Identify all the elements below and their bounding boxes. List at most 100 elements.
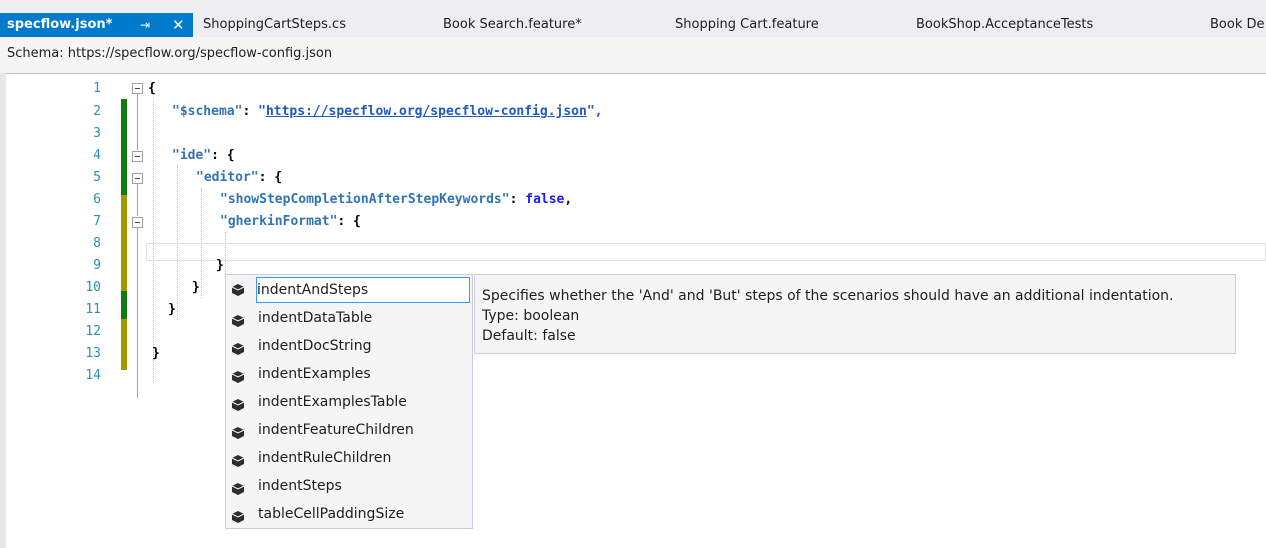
tab-label: Book Search.feature* [443, 17, 582, 32]
indent-guide [177, 166, 178, 320]
tab-shopping-cart-feature[interactable]: Shopping Cart.feature [675, 13, 819, 37]
line-number: 7 [93, 214, 101, 229]
line-number: 12 [85, 324, 101, 339]
line-number: 2 [93, 104, 101, 119]
fold-line [137, 184, 138, 216]
punctuation: : { [258, 170, 283, 185]
tab-bookshop-acceptance-tests[interactable]: BookShop.AcceptanceTests [916, 13, 1093, 37]
colon: : [509, 192, 526, 207]
line-number: 10 [85, 280, 101, 295]
comma: , [564, 192, 573, 207]
completion-item[interactable]: indentAndSteps [256, 277, 470, 303]
close-icon[interactable]: ✕ [172, 13, 185, 37]
property-icon [231, 339, 245, 355]
collapse-icon[interactable] [132, 173, 143, 184]
collapse-icon[interactable] [132, 83, 143, 94]
json-key: "$schema" [172, 104, 243, 119]
change-bar-saved [121, 99, 127, 195]
change-bar-unsaved [121, 195, 127, 291]
json-key: "editor" [196, 170, 259, 185]
json-key: "gherkinFormat" [220, 214, 338, 229]
line-number: 6 [93, 192, 101, 207]
line-number: 14 [85, 368, 101, 383]
property-icon [231, 451, 245, 467]
completion-label: tableCellPaddingSize [258, 506, 405, 522]
code-line-9: } [216, 258, 224, 274]
property-icon [231, 395, 245, 411]
line-number: 11 [85, 302, 101, 317]
schema-link[interactable]: https://specflow.org/specflow-config.jso… [266, 104, 587, 119]
code-line-5: "editor": { [196, 170, 282, 186]
indent-guide [225, 232, 226, 274]
schema-label: Schema: [7, 46, 64, 61]
string-quote: ", [586, 104, 603, 119]
completion-label: indentExamples [258, 366, 371, 382]
line-number: 8 [93, 236, 101, 251]
title-strip [0, 0, 1266, 13]
tooltip-description: Specifies whether the 'And' and 'But' st… [482, 288, 1174, 304]
completion-label: indentExamplesTable [258, 394, 407, 410]
brace: } [152, 346, 160, 361]
property-icon [231, 367, 245, 383]
punctuation: : { [337, 214, 361, 229]
line-number: 1 [93, 81, 101, 96]
completion-item[interactable]: indentDataTable [228, 305, 471, 331]
string-quote: " [258, 104, 266, 119]
code-line-11: } [168, 302, 176, 318]
line-number: 3 [93, 126, 101, 141]
property-icon [231, 311, 245, 327]
brace: { [148, 81, 156, 96]
punctuation: : { [211, 148, 235, 163]
completion-list: indentAndSteps indentDataTable indentDoc… [225, 274, 473, 529]
tab-book-de[interactable]: Book De [1210, 13, 1265, 37]
completion-item[interactable]: tableCellPaddingSize [228, 501, 471, 527]
completion-item[interactable]: indentExamples [228, 361, 471, 387]
tab-label: Book De [1210, 17, 1265, 32]
completion-label: indentAndSteps [257, 282, 369, 298]
collapse-icon[interactable] [132, 151, 143, 162]
property-icon [231, 507, 245, 523]
property-icon [231, 283, 245, 297]
indent-guide [201, 188, 202, 298]
code-line-6: "showStepCompletionAfterStepKeywords": f… [220, 192, 572, 208]
tooltip-type: Type: boolean [482, 308, 580, 324]
collapse-icon[interactable] [132, 217, 143, 228]
completion-label: indentSteps [258, 478, 342, 494]
code-line-4: "ide": { [172, 148, 235, 164]
current-line-highlight [146, 243, 1266, 261]
completion-item[interactable]: indentFeatureChildren [228, 417, 471, 443]
code-line-1: { [148, 81, 156, 97]
json-key: "showStepCompletionAfterStepKeywords" [220, 192, 510, 207]
fold-line [137, 228, 138, 398]
tab-specflow-json[interactable]: specflow.json* ⇥ ✕ [0, 13, 193, 37]
json-key: "ide" [172, 148, 212, 163]
completion-item[interactable]: indentDocString [228, 333, 471, 359]
completion-item[interactable]: indentRuleChildren [228, 445, 471, 471]
schema-url[interactable]: https://specflow.org/specflow-config.jso… [68, 46, 332, 61]
colon: : [242, 104, 259, 119]
line-number: 5 [93, 170, 101, 185]
brace: } [168, 302, 176, 317]
tab-label: BookShop.AcceptanceTests [916, 17, 1094, 32]
document-tab-bar: specflow.json* ⇥ ✕ ShoppingCartSteps.cs … [0, 13, 1266, 37]
line-number: 9 [93, 258, 101, 273]
line-number: 4 [93, 148, 101, 163]
line-number: 13 [85, 346, 101, 361]
tab-shopping-cart-steps[interactable]: ShoppingCartSteps.cs [203, 13, 346, 37]
indent-guide [153, 98, 154, 383]
property-icon [231, 479, 245, 495]
completion-item[interactable]: indentExamplesTable [228, 389, 471, 415]
change-bar-saved [121, 291, 127, 319]
tab-book-search[interactable]: Book Search.feature* [443, 13, 582, 37]
brace: } [216, 258, 224, 273]
pin-icon[interactable]: ⇥ [140, 13, 150, 37]
completion-item[interactable]: indentSteps [228, 473, 471, 499]
quick-info-tooltip: Specifies whether the 'And' and 'But' st… [474, 274, 1236, 354]
tab-label: specflow.json* [7, 17, 113, 32]
code-line-10: } [192, 280, 200, 296]
tab-label: ShoppingCartSteps.cs [203, 17, 346, 32]
completion-label: indentDataTable [258, 310, 373, 326]
completion-label: indentDocString [258, 338, 372, 354]
completion-label: indentRuleChildren [258, 450, 392, 466]
code-line-7: "gherkinFormat": { [220, 214, 361, 230]
